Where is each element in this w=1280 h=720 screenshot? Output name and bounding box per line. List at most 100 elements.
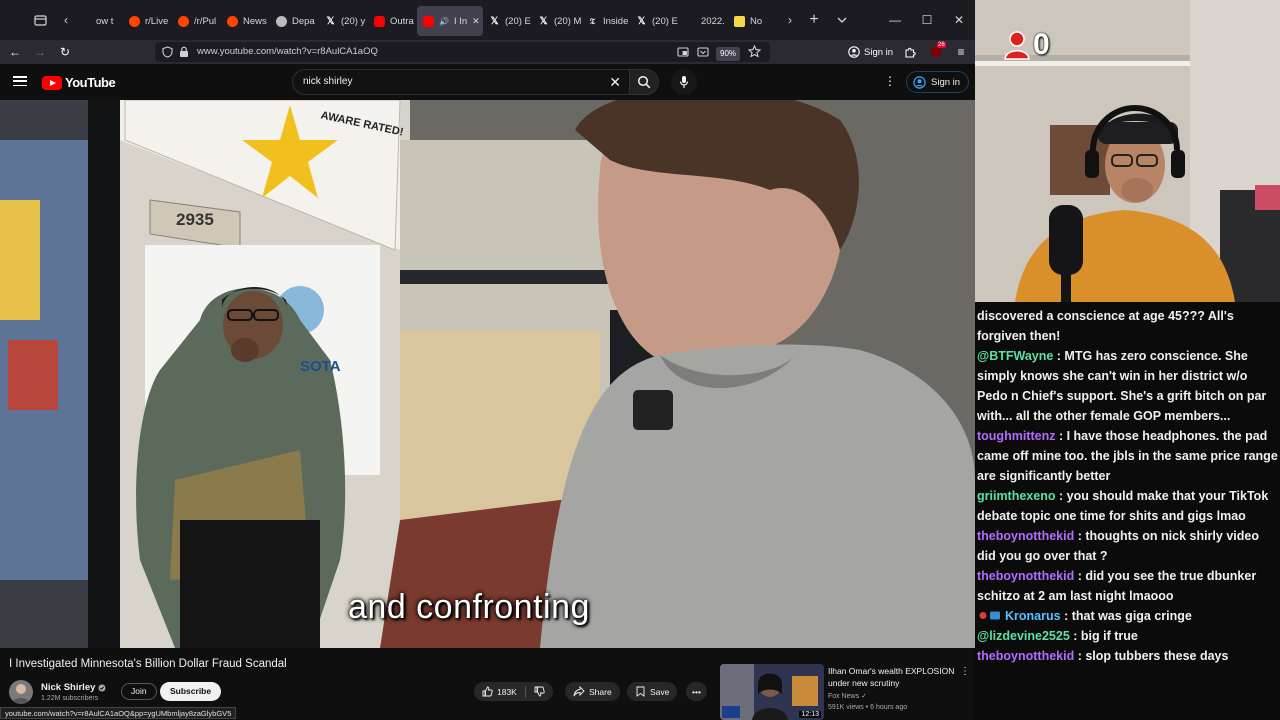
browser-tab[interactable]: 2022.: [679, 6, 728, 36]
clear-search-icon[interactable]: ✕: [609, 74, 621, 91]
chat-message: theboynotthekid : did you see the true d…: [977, 566, 1278, 606]
nyt-favicon-icon: 𝔗: [589, 15, 596, 26]
channel-avatar[interactable]: [9, 680, 33, 704]
share-button[interactable]: Share: [565, 682, 620, 701]
user-circle-icon: [913, 75, 926, 89]
extension-badge-count: 28: [937, 42, 946, 48]
account-signin-button[interactable]: Sign in: [848, 44, 893, 60]
subscribe-button[interactable]: Subscribe: [160, 682, 222, 701]
video-duration: 12:13: [799, 711, 821, 718]
maximize-button[interactable]: ☐: [911, 0, 943, 40]
address-bar[interactable]: www.youtube.com/watch?v=r8AulCA1aOQ 90%: [155, 42, 770, 62]
chat-username[interactable]: @BTFWayne: [977, 349, 1053, 363]
search-input[interactable]: [303, 76, 593, 87]
search-box: ✕: [292, 69, 630, 95]
list-tabs-icon[interactable]: [834, 12, 850, 28]
close-window-button[interactable]: ✕: [943, 0, 975, 40]
sign-text: SOTA: [300, 358, 341, 375]
chat-username[interactable]: toughmittenz: [977, 429, 1055, 443]
browser-tab[interactable]: Outra: [368, 6, 417, 36]
picture-in-picture-icon[interactable]: [677, 46, 689, 58]
recommended-video-meta: 591K views • 6 hours ago: [828, 704, 908, 711]
browser-tab[interactable]: News: [221, 6, 270, 36]
browser-tab[interactable]: 𝕏 (20) M: [532, 6, 581, 36]
chat-message-text: : slop tubbers these days: [1077, 649, 1229, 663]
voice-search-button[interactable]: [671, 69, 697, 95]
back-button[interactable]: ←: [6, 43, 24, 61]
close-tab-icon[interactable]: ✕: [472, 16, 480, 27]
app-menu-icon[interactable]: ≡: [952, 43, 970, 61]
recommended-video-title[interactable]: Ilhan Omar's wealth EXPLOSION under new …: [828, 665, 960, 689]
chat-message: griimthexeno : you should make that your…: [977, 486, 1278, 526]
browser-tab[interactable]: r/Live: [123, 6, 172, 36]
chat-username[interactable]: @lizdevine2525: [977, 629, 1070, 643]
recommended-video-menu-icon[interactable]: ⋮: [960, 666, 970, 677]
url-text: www.youtube.com/watch?v=r8AulCA1aOQ: [197, 46, 378, 57]
like-button[interactable]: 183K: [474, 682, 553, 701]
browser-tab[interactable]: 𝕏 (20) E: [630, 6, 679, 36]
browser-tab[interactable]: 🔊 I In ✕: [417, 6, 483, 36]
search-button[interactable]: [629, 69, 659, 95]
ublock-extension-icon[interactable]: 28: [927, 42, 946, 61]
youtube-logo[interactable]: YouTube: [42, 75, 116, 90]
chat-username[interactable]: theboynotthekid: [977, 569, 1074, 583]
browser-tab[interactable]: 𝕏 (20) E: [483, 6, 532, 36]
browser-tab-label: Depa: [292, 15, 315, 27]
save-playlist-icon: [636, 686, 645, 697]
new-tab-button[interactable]: +: [806, 11, 822, 28]
account-icon: [848, 46, 860, 58]
shield-icon[interactable]: [162, 46, 173, 58]
channel-name-text: Nick Shirley: [41, 682, 96, 693]
stream-chat: discovered a conscience at age 45??? All…: [975, 302, 1280, 720]
settings-more-icon[interactable]: ⋮: [884, 75, 896, 89]
bookmark-star-icon[interactable]: [748, 45, 761, 58]
share-arrow-icon: [573, 686, 585, 697]
save-button[interactable]: Save: [627, 682, 678, 701]
browser-tab[interactable]: Depa: [270, 6, 319, 36]
browser-window: ‹ ow t r/Live/r/Pul News Depa 𝕏 (20) y Outra 🔊 I…: [0, 0, 975, 720]
tab-overview-icon[interactable]: [32, 12, 48, 28]
youtube-play-icon: [42, 75, 62, 90]
channel-subscriber-count: 1.22M subscribers: [41, 695, 99, 702]
reload-button[interactable]: ↻: [56, 43, 74, 61]
youtube-signin-button[interactable]: Sign in: [906, 71, 970, 93]
lock-icon[interactable]: [179, 46, 189, 58]
yt-favicon-icon: [374, 15, 385, 27]
extensions-puzzle-icon[interactable]: [901, 43, 919, 61]
tab-audio-icon[interactable]: 🔊: [439, 17, 449, 26]
browser-tab[interactable]: /r/Pul: [172, 6, 221, 36]
stream-counter: 0: [1003, 28, 1050, 62]
forward-button[interactable]: →: [31, 43, 49, 61]
yt-favicon-icon: [423, 15, 434, 27]
browser-tab-label: Outra: [390, 15, 414, 27]
zoom-level-badge[interactable]: 90%: [716, 47, 741, 61]
youtube-logo-text: YouTube: [65, 75, 116, 90]
chat-username[interactable]: theboynotthekid: [977, 649, 1074, 663]
browser-tab[interactable]: 𝔗 Inside: [581, 6, 630, 36]
tab-bar: ‹ ow t r/Live/r/Pul News Depa 𝕏 (20) y Outra 🔊 I…: [0, 0, 975, 40]
scroll-tabs-left-icon[interactable]: ‹: [58, 12, 74, 28]
recommended-video-card[interactable]: 12:13 Ilhan Omar's wealth EXPLOSION unde…: [720, 664, 975, 720]
channel-name[interactable]: Nick Shirley: [41, 682, 106, 693]
chat-username[interactable]: griimthexeno: [977, 489, 1056, 503]
recommended-video-thumbnail[interactable]: 12:13: [720, 664, 824, 720]
thumbs-down-icon[interactable]: [534, 686, 545, 697]
note-favicon-icon: [734, 15, 745, 27]
save-to-pocket-icon[interactable]: [697, 46, 709, 58]
thumbs-up-icon: [482, 686, 493, 697]
browser-tab[interactable]: 𝕏 (20) y: [319, 6, 368, 36]
minimize-button[interactable]: —: [879, 0, 911, 40]
more-actions-button[interactable]: •••: [686, 682, 707, 701]
chat-username[interactable]: Kronarus: [1005, 609, 1061, 623]
chat-username[interactable]: theboynotthekid: [977, 529, 1074, 543]
search-icon: [637, 75, 651, 89]
browser-tab[interactable]: No: [728, 6, 777, 36]
video-player[interactable]: AWARE RATED! 2935 SOTA and confronting: [0, 100, 975, 648]
video-title: I Investigated Minnesota's Billion Dolla…: [9, 658, 287, 670]
guide-menu-icon[interactable]: [13, 74, 27, 88]
browser-tab[interactable]: ow t: [74, 6, 123, 36]
scroll-tabs-right-icon[interactable]: ›: [782, 12, 798, 28]
join-button[interactable]: Join: [121, 683, 157, 700]
screen: ‹ ow t r/Live/r/Pul News Depa 𝕏 (20) y Outra 🔊 I…: [0, 0, 1280, 720]
browser-tab-label: News: [243, 15, 267, 27]
